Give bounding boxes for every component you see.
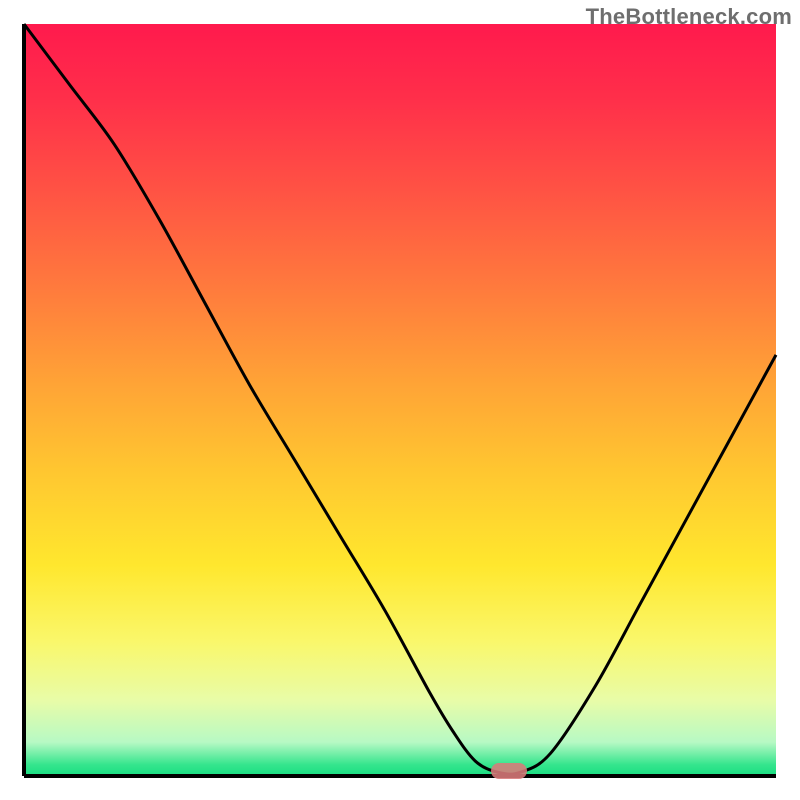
bottleneck-chart: TheBottleneck.com	[0, 0, 800, 800]
plot-background	[24, 24, 776, 776]
watermark-label: TheBottleneck.com	[586, 4, 792, 30]
chart-svg	[0, 0, 800, 800]
optimal-marker	[491, 763, 527, 779]
